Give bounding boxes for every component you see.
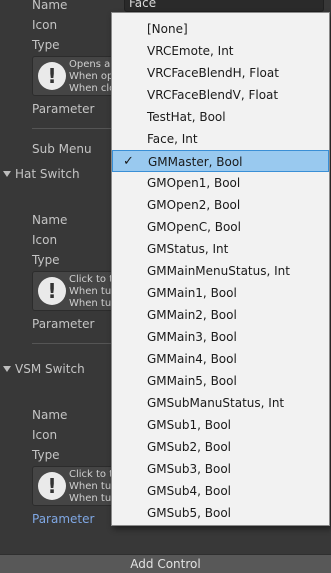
- dropdown-option[interactable]: ✓ GMMaster, Bool: [112, 150, 329, 172]
- submenu-label: Sub Menu: [32, 142, 92, 156]
- dropdown-option[interactable]: GMMain2, Bool: [112, 304, 329, 326]
- parameter-label[interactable]: Parameter: [32, 510, 94, 528]
- name-label: Name: [32, 0, 68, 12]
- dropdown-option-label: GMSub1, Bool: [147, 418, 232, 432]
- dropdown-option-label: [None]: [147, 22, 188, 36]
- dropdown-option[interactable]: GMSub5, Bool: [112, 502, 329, 524]
- help-box: ! Click to t When tur When tur: [32, 466, 122, 506]
- dropdown-option-label: GMMain5, Bool: [147, 374, 237, 388]
- dropdown-option[interactable]: VRCEmote, Int: [112, 40, 329, 62]
- help-line: When tur: [69, 481, 116, 492]
- dropdown-option-label: GMOpen1, Bool: [147, 176, 241, 190]
- dropdown-option[interactable]: Face, Int: [112, 128, 329, 150]
- help-box: ! Opens ar When ope When clo: [32, 56, 122, 96]
- dropdown-option[interactable]: GMOpen2, Bool: [112, 194, 329, 216]
- section-title: Hat Switch: [15, 167, 80, 181]
- dropdown-option[interactable]: GMStatus, Int: [112, 238, 329, 260]
- help-line: When clo: [69, 83, 116, 94]
- foldout-arrow-icon[interactable]: [3, 366, 11, 372]
- dropdown-option-label: GMMainMenuStatus, Int: [147, 264, 290, 278]
- dropdown-option-label: GMMaster, Bool: [148, 155, 243, 169]
- separator: [32, 343, 112, 344]
- dropdown-option[interactable]: GMSub3, Bool: [112, 458, 329, 480]
- dropdown-option[interactable]: GMMain3, Bool: [112, 326, 329, 348]
- dropdown-option-label: GMOpenC, Bool: [147, 220, 241, 234]
- icon-label: Icon: [32, 18, 58, 32]
- section-title: VSM Switch: [15, 362, 85, 376]
- name-field[interactable]: Face: [124, 0, 324, 12]
- icon-label: Icon: [32, 428, 58, 442]
- dropdown-option-label: GMMain3, Bool: [147, 330, 237, 344]
- dropdown-option[interactable]: GMSubManuStatus, Int: [112, 392, 329, 414]
- dropdown-option[interactable]: GMSub1, Bool: [112, 414, 329, 436]
- inspector-panel: Name Face Icon Type ! Opens ar When ope …: [0, 0, 331, 573]
- help-box: ! Click to t When tur When tur: [32, 271, 122, 311]
- dropdown-option-label: GMMain4, Bool: [147, 352, 237, 366]
- info-icon: !: [38, 472, 66, 500]
- dropdown-option[interactable]: GMOpenC, Bool: [112, 216, 329, 238]
- type-label: Type: [32, 38, 60, 52]
- parameter-label: Parameter: [32, 102, 95, 116]
- dropdown-option-label: VRCFaceBlendH, Float: [147, 66, 279, 80]
- parameter-label: Parameter: [32, 317, 95, 331]
- dropdown-option-label: GMStatus, Int: [147, 242, 229, 256]
- dropdown-option-label: Face, Int: [147, 132, 198, 146]
- separator: [32, 128, 112, 129]
- name-label: Name: [32, 213, 68, 227]
- name-field-value: Face: [129, 0, 157, 10]
- dropdown-option-label: GMSub5, Bool: [147, 506, 232, 520]
- dropdown-option-label: GMSub4, Bool: [147, 484, 232, 498]
- dropdown-option[interactable]: GMMain5, Bool: [112, 370, 329, 392]
- dropdown-option-label: TestHat, Bool: [147, 110, 226, 124]
- info-icon: !: [38, 277, 66, 305]
- dropdown-option-label: GMMain1, Bool: [147, 286, 237, 300]
- dropdown-option-label: GMOpen2, Bool: [147, 198, 241, 212]
- dropdown-option[interactable]: GMOpen1, Bool: [112, 172, 329, 194]
- parameter-dropdown-menu[interactable]: [None] VRCEmote, Int VRCFaceBlendH, Float V…: [111, 12, 330, 526]
- dropdown-option-label: GMSubManuStatus, Int: [147, 396, 285, 410]
- dropdown-option-label: VRCFaceBlendV, Float: [147, 88, 279, 102]
- add-control-button[interactable]: Add Control: [0, 554, 331, 573]
- help-line: Opens ar: [69, 59, 115, 70]
- dropdown-option-label: GMSub3, Bool: [147, 462, 232, 476]
- type-label: Type: [32, 253, 60, 267]
- dropdown-option[interactable]: VRCFaceBlendH, Float: [112, 62, 329, 84]
- checkmark-icon: ✓: [123, 154, 134, 169]
- help-line: Click to t: [69, 274, 114, 285]
- help-line: Click to t: [69, 469, 114, 480]
- name-label: Name: [32, 408, 68, 422]
- dropdown-option[interactable]: TestHat, Bool: [112, 106, 329, 128]
- dropdown-option[interactable]: GMMainMenuStatus, Int: [112, 260, 329, 282]
- help-line: When tur: [69, 493, 116, 504]
- icon-label: Icon: [32, 233, 58, 247]
- type-label: Type: [32, 448, 60, 462]
- dropdown-option[interactable]: GMSub2, Bool: [112, 436, 329, 458]
- dropdown-option-label: VRCEmote, Int: [147, 44, 234, 58]
- dropdown-option-label: GMMain2, Bool: [147, 308, 237, 322]
- dropdown-option[interactable]: GMMain4, Bool: [112, 348, 329, 370]
- info-icon: !: [38, 62, 66, 90]
- dropdown-option[interactable]: VRCFaceBlendV, Float: [112, 84, 329, 106]
- dropdown-option[interactable]: GMSub4, Bool: [112, 480, 329, 502]
- dropdown-option[interactable]: [None]: [112, 18, 329, 40]
- help-line: When tur: [69, 286, 116, 297]
- dropdown-option-label: GMSub2, Bool: [147, 440, 232, 454]
- help-line: When tur: [69, 298, 116, 309]
- foldout-arrow-icon[interactable]: [3, 171, 11, 177]
- dropdown-option[interactable]: GMMain1, Bool: [112, 282, 329, 304]
